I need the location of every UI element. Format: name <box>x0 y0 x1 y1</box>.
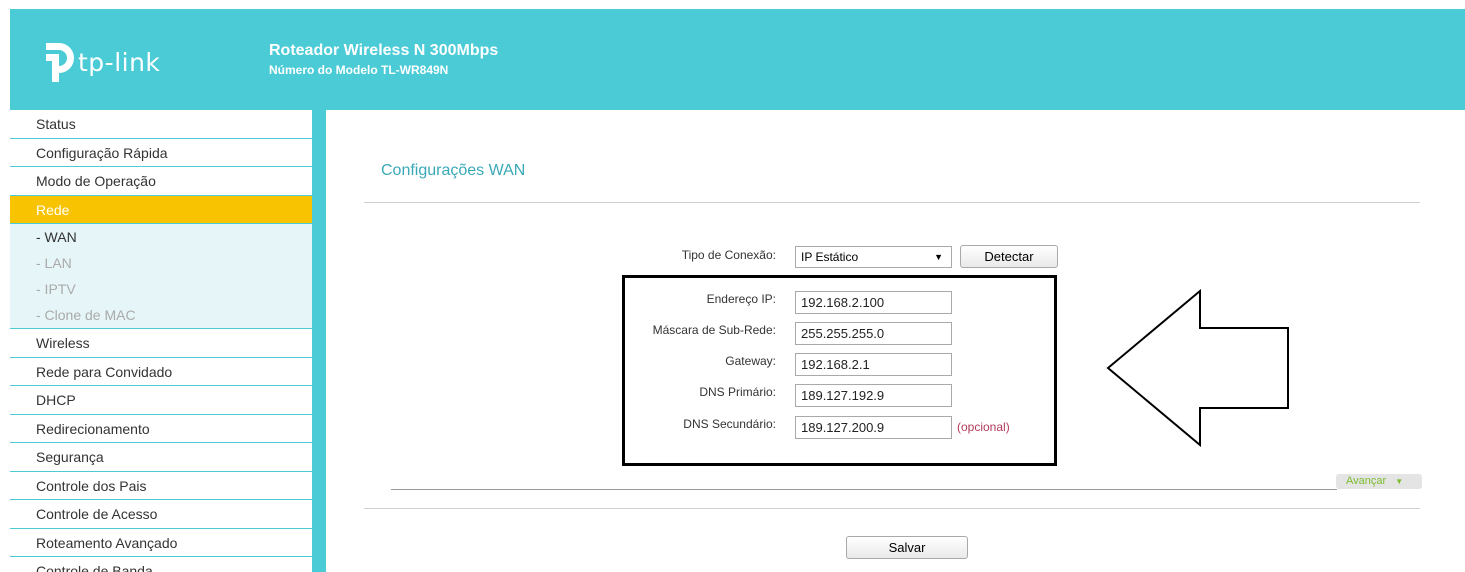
sidebar-item-parental-control[interactable]: Controle dos Pais <box>10 471 312 500</box>
connection-type-select[interactable]: IP Estático ▼ <box>795 246 952 268</box>
sidebar-item-access-control[interactable]: Controle de Acesso <box>10 500 312 529</box>
ip-address-input[interactable]: 192.168.2.100 <box>795 291 952 314</box>
product-title: Roteador Wireless N 300Mbps <box>269 42 499 59</box>
submenu-item-mac-clone[interactable]: - Clone de MAC <box>10 302 312 328</box>
sidebar-item-bandwidth-control[interactable]: Controle de Banda <box>10 557 312 572</box>
advanced-divider <box>391 489 1337 490</box>
primary-dns-label: DNS Primário: <box>699 385 776 399</box>
secondary-dns-label: DNS Secundário: <box>683 417 776 431</box>
sidebar-item-operation-mode[interactable]: Modo de Operação <box>10 167 312 196</box>
sidebar-item-status[interactable]: Status <box>10 110 312 139</box>
chevron-down-icon: ▼ <box>1395 477 1404 486</box>
save-button[interactable]: Salvar <box>846 536 968 559</box>
advanced-label: Avançar <box>1346 475 1387 487</box>
secondary-dns-input[interactable]: 189.127.200.9 <box>795 416 952 439</box>
submenu-item-wan[interactable]: - WAN <box>10 224 312 250</box>
sidebar-item-security[interactable]: Segurança <box>10 443 312 472</box>
ip-address-label: Endereço IP: <box>706 292 776 306</box>
subnet-mask-label: Máscara de Sub-Rede: <box>652 323 776 337</box>
dropdown-arrow-icon: ▼ <box>934 252 943 262</box>
model-number: Número do Modelo TL-WR849N <box>269 63 449 77</box>
gateway-input[interactable]: 192.168.2.1 <box>795 353 952 376</box>
sidebar-divider <box>312 110 326 572</box>
optional-note: (opcional) <box>957 420 1010 434</box>
sidebar-item-guest-network[interactable]: Rede para Convidado <box>10 357 312 386</box>
tp-link-logo-icon <box>46 43 74 82</box>
title-divider <box>364 202 1420 203</box>
logo-text: tp-link <box>78 48 161 77</box>
gateway-label: Gateway: <box>725 354 776 368</box>
advanced-toggle[interactable]: Avançar ▼ <box>1336 474 1422 489</box>
detect-button[interactable]: Detectar <box>960 245 1058 268</box>
sidebar-item-wireless[interactable]: Wireless <box>10 329 312 358</box>
left-arrow-annotation-icon <box>1106 288 1289 448</box>
subnet-mask-input[interactable]: 255.255.255.0 <box>795 322 952 345</box>
connection-type-label: Tipo de Conexão: <box>681 248 776 262</box>
submenu-item-iptv[interactable]: - IPTV <box>10 276 312 302</box>
top-header: tp-link Roteador Wireless N 300Mbps Núme… <box>10 9 1465 110</box>
sidebar-item-dhcp[interactable]: DHCP <box>10 386 312 415</box>
connection-type-value: IP Estático <box>801 250 859 264</box>
sidebar-menu: Status Configuração Rápida Modo de Opera… <box>10 110 312 572</box>
page-title: Configurações WAN <box>381 162 526 179</box>
submenu-item-lan[interactable]: - LAN <box>10 250 312 276</box>
bottom-divider <box>364 508 1420 509</box>
sidebar-item-forwarding[interactable]: Redirecionamento <box>10 414 312 443</box>
primary-dns-input[interactable]: 189.127.192.9 <box>795 384 952 407</box>
sidebar-item-network[interactable]: Rede <box>10 195 312 224</box>
tp-link-logo: tp-link <box>38 40 198 85</box>
sidebar-item-quick-setup[interactable]: Configuração Rápida <box>10 138 312 167</box>
sidebar-item-advanced-routing[interactable]: Roteamento Avançado <box>10 528 312 557</box>
network-submenu: - WAN - LAN - IPTV - Clone de MAC <box>10 224 312 329</box>
